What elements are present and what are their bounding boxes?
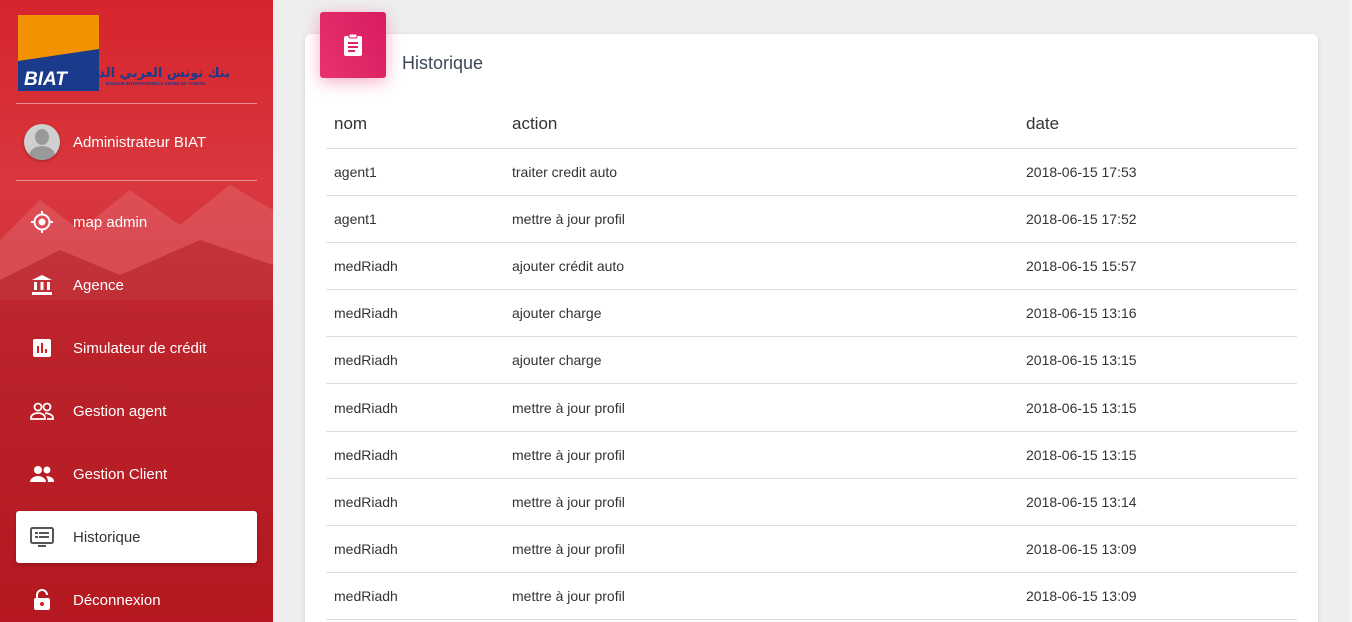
avatar: [24, 124, 60, 160]
people-icon: [29, 461, 55, 487]
cell-nom: medRiadh: [326, 431, 504, 479]
card-header-icon: [320, 12, 386, 78]
cell-nom: agent1: [326, 195, 504, 243]
table-header-row: nom action date: [326, 100, 1297, 149]
nav-item-gestion-client[interactable]: Gestion Client: [16, 448, 257, 500]
sidebar: BIAT بنك تونس العربي الدولي BANQUE INTER…: [0, 0, 273, 622]
svg-text:BANQUE INTERNATIONALE ARABE DE: BANQUE INTERNATIONALE ARABE DE TUNISIE: [106, 81, 205, 86]
bank-icon: [29, 272, 55, 298]
user-profile[interactable]: Administrateur BIAT: [24, 124, 206, 160]
nav-item-agence[interactable]: Agence: [16, 259, 257, 311]
cell-date: 2018-06-15 17:53: [1018, 148, 1297, 196]
cell-nom: medRiadh: [326, 525, 504, 574]
divider: [16, 180, 257, 181]
cell-nom: medRiadh: [326, 478, 504, 527]
logo-arabic-text: بنك تونس العربي الدولي: [72, 66, 230, 81]
clipboard-icon: [344, 33, 362, 56]
cell-date: 2018-06-15 13:15: [1018, 383, 1297, 432]
user-name: Administrateur BIAT: [73, 133, 207, 151]
history-table: nom action date agent1 traiter credit aut…: [326, 100, 1297, 621]
cell-date: 2018-06-15 15:57: [1018, 242, 1297, 291]
cell-action: ajouter charge: [504, 336, 1018, 385]
cell-date: 2018-06-15 13:09: [1018, 572, 1297, 621]
divider: [16, 103, 257, 104]
nav-item-simulateur[interactable]: Simulateur de crédit: [16, 322, 257, 374]
cell-action: mettre à jour profil: [504, 525, 1018, 574]
cell-action: mettre à jour profil: [504, 383, 1018, 432]
nav-item-gestion-agent[interactable]: Gestion agent: [16, 385, 257, 437]
column-header-nom: nom: [326, 100, 504, 149]
nav-item-map-admin[interactable]: map admin: [16, 196, 257, 248]
cell-date: 2018-06-15 13:14: [1018, 478, 1297, 527]
svg-text:BIAT: BIAT: [24, 69, 68, 90]
cell-date: 2018-06-15 13:15: [1018, 431, 1297, 479]
cell-nom: medRiadh: [326, 572, 504, 621]
nav-item-historique[interactable]: Historique: [16, 511, 257, 563]
cell-action: ajouter crédit auto: [504, 242, 1018, 291]
table-row: medRiadh mettre à jour profil 2018-06-15 1…: [326, 431, 1297, 479]
cell-action: mettre à jour profil: [504, 195, 1018, 243]
table-row: medRiadh ajouter charge 2018-06-15 13:16: [326, 289, 1297, 338]
location-icon: [29, 209, 55, 235]
cell-date: 2018-06-15 13:15: [1018, 336, 1297, 385]
cell-nom: medRiadh: [326, 242, 504, 291]
nav-item-deconnexion[interactable]: Déconnexion: [16, 574, 257, 622]
lock-icon: [29, 587, 55, 613]
cell-nom: medRiadh: [326, 289, 504, 338]
nav-label: Déconnexion: [73, 591, 161, 609]
cell-nom: medRiadh: [326, 336, 504, 385]
cell-action: mettre à jour profil: [504, 431, 1018, 479]
table-row: medRiadh mettre à jour profil 2018-06-15 1…: [326, 572, 1297, 621]
table-row: medRiadh mettre à jour profil 2018-06-15 1…: [326, 383, 1297, 432]
chart-icon: [29, 335, 55, 361]
cell-nom: agent1: [326, 148, 504, 196]
cell-action: traiter credit auto: [504, 148, 1018, 196]
table-row: medRiadh ajouter crédit auto 2018-06-15 15…: [326, 242, 1297, 291]
sidebar-nav: map admin Agence Simulateur de crédit Ge…: [16, 196, 257, 622]
cell-date: 2018-06-15 13:16: [1018, 289, 1297, 338]
cell-date: 2018-06-15 13:09: [1018, 525, 1297, 574]
nav-label: map admin: [73, 213, 148, 231]
cell-date: 2018-06-15 17:52: [1018, 195, 1297, 243]
nav-label: Gestion Client: [73, 465, 168, 483]
nav-label: Simulateur de crédit: [73, 339, 207, 357]
table-row: agent1 traiter credit auto 2018-06-15 17:5…: [326, 148, 1297, 196]
table-row: medRiadh mettre à jour profil 2018-06-15 1…: [326, 478, 1297, 527]
table-row: agent1 mettre à jour profil 2018-06-15 17:…: [326, 195, 1297, 243]
monitor-icon: [29, 524, 55, 550]
people-outline-icon: [29, 398, 55, 424]
cell-action: mettre à jour profil: [504, 572, 1018, 621]
nav-label: Gestion agent: [73, 402, 167, 420]
table-row: medRiadh mettre à jour profil 2018-06-15 1…: [326, 525, 1297, 574]
column-header-date: date: [1018, 100, 1297, 149]
table-row: medRiadh ajouter charge 2018-06-15 13:15: [326, 336, 1297, 385]
biat-logo: BIAT بنك تونس العربي الدولي BANQUE INTER…: [18, 15, 230, 91]
nav-label: Historique: [73, 528, 141, 546]
cell-nom: medRiadh: [326, 383, 504, 432]
nav-label: Agence: [73, 276, 124, 294]
column-header-action: action: [504, 100, 1018, 149]
cell-action: mettre à jour profil: [504, 478, 1018, 527]
card-title: Historique: [402, 53, 484, 73]
cell-action: ajouter charge: [504, 289, 1018, 338]
